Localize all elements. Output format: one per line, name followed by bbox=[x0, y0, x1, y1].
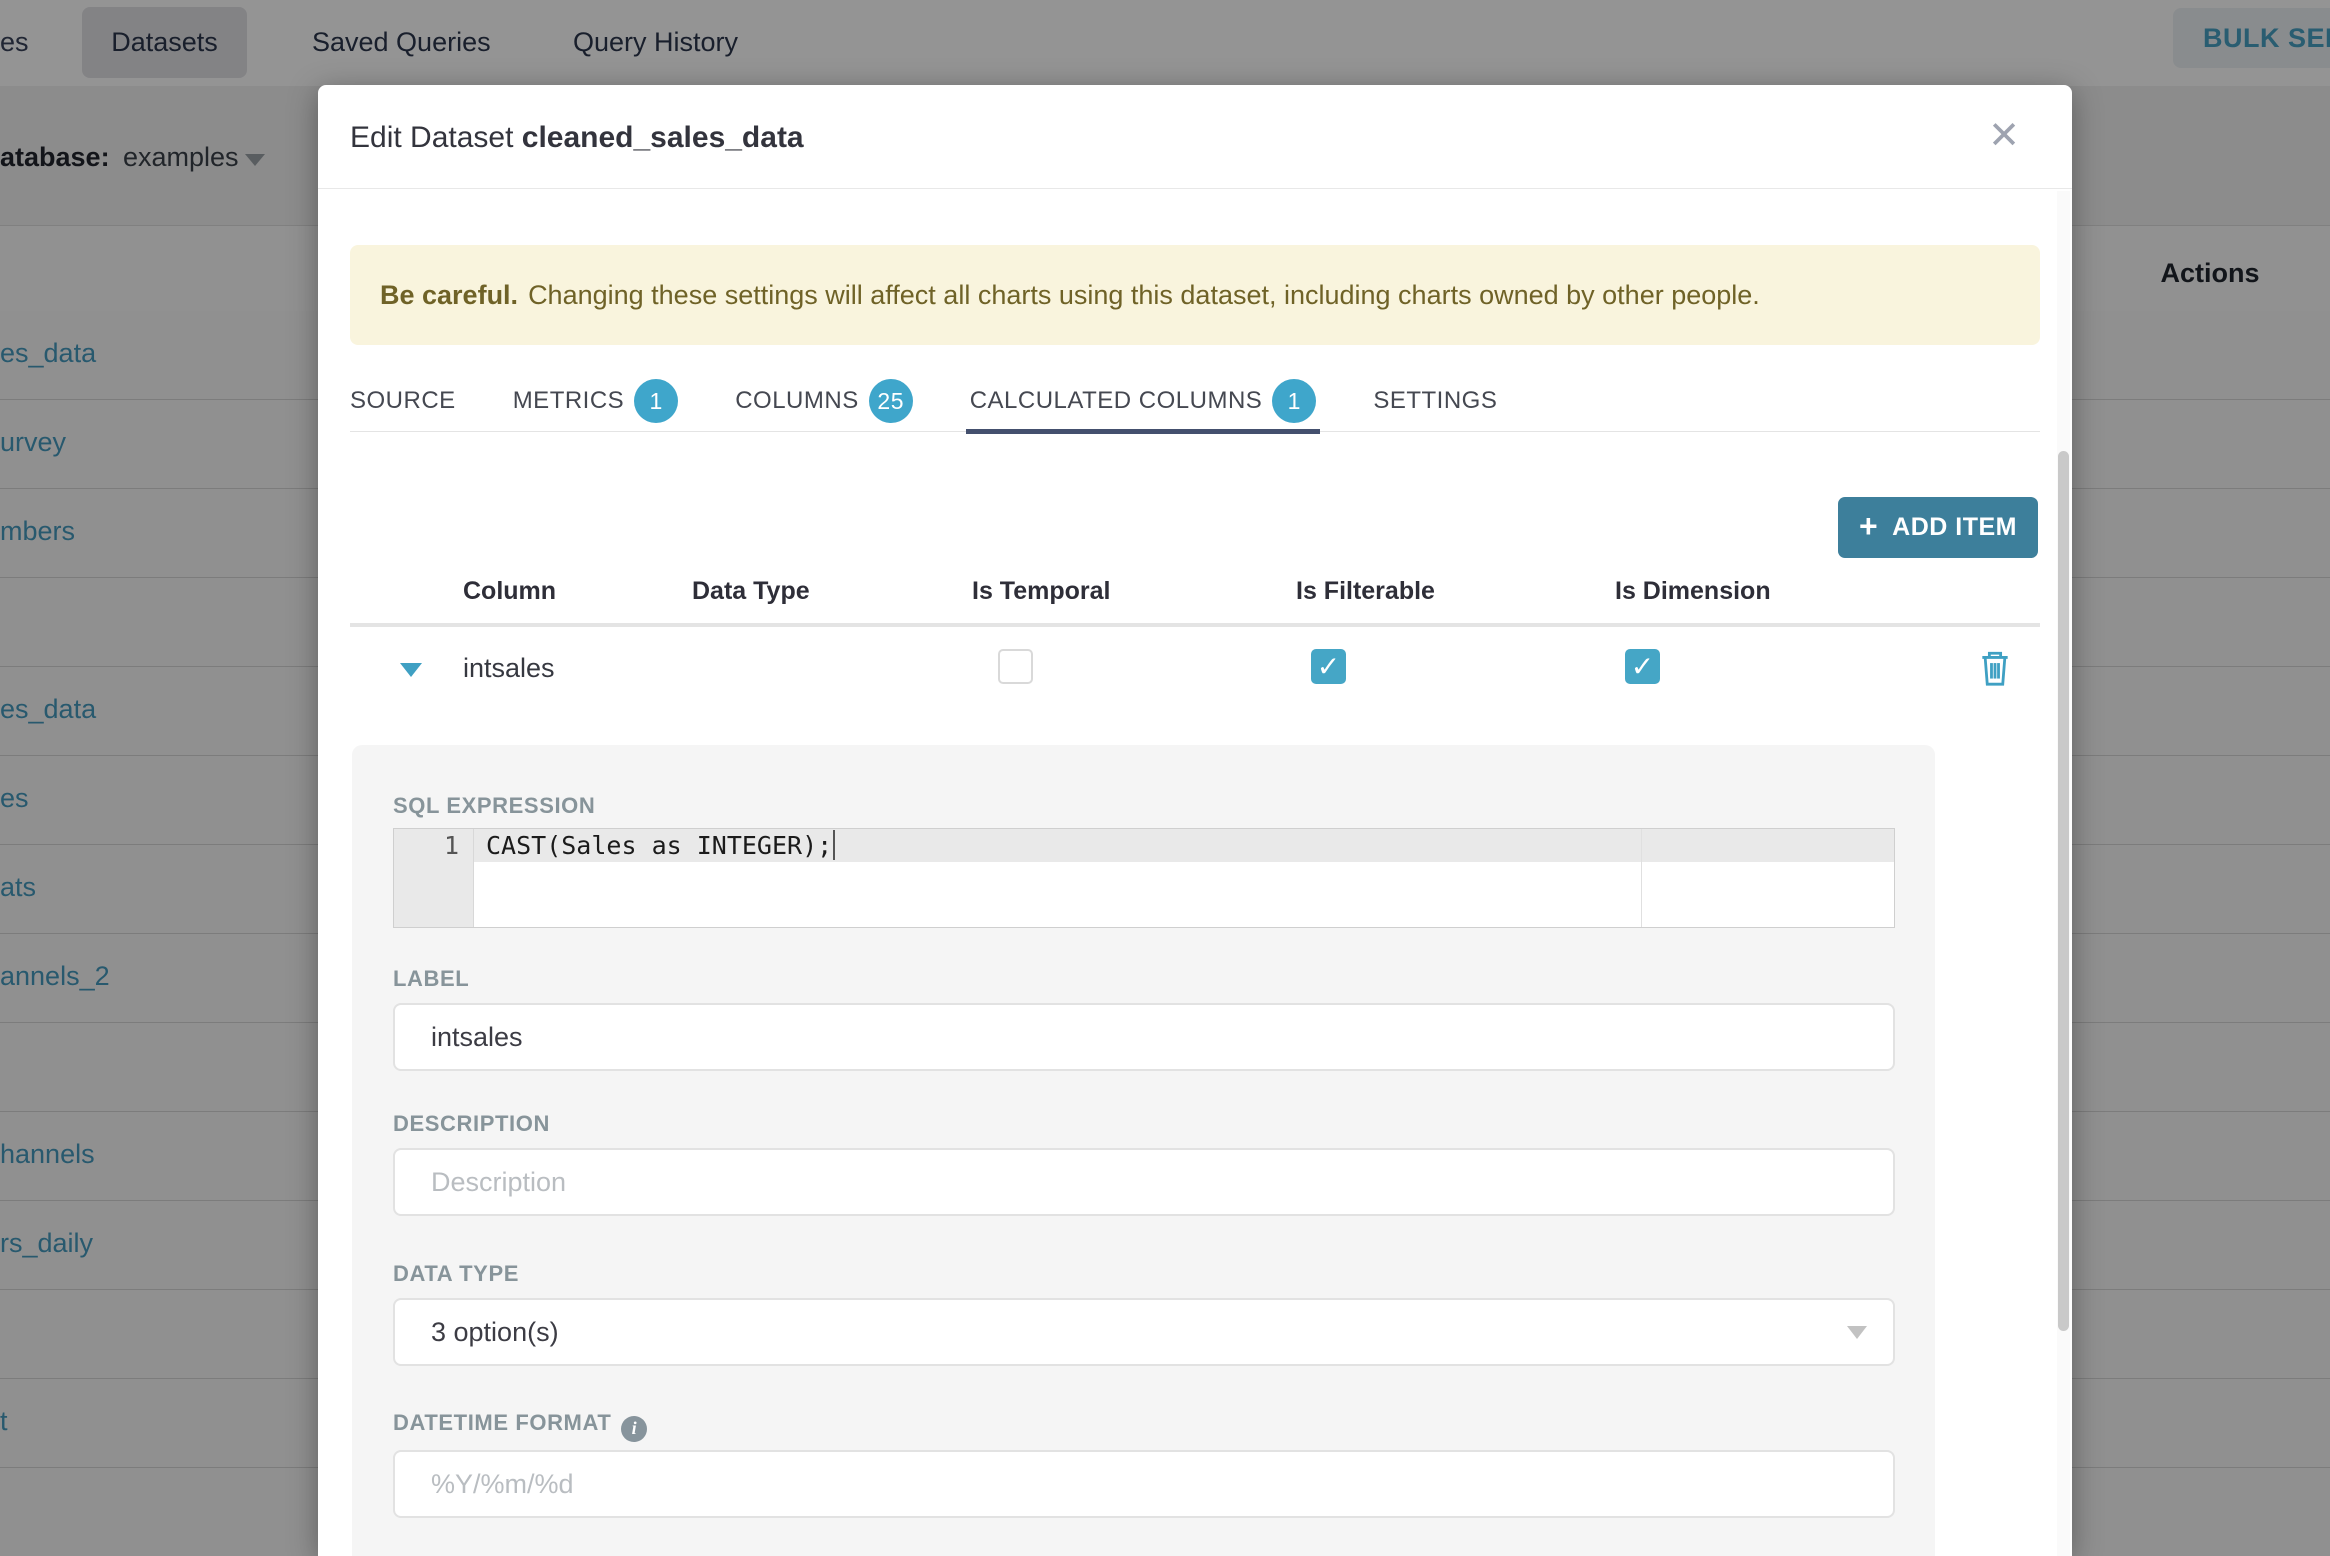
data-type-value: 3 option(s) bbox=[431, 1316, 559, 1347]
editor-cursor bbox=[833, 830, 835, 860]
tab-count-badge: 1 bbox=[634, 379, 679, 423]
datetime-format-label-text: DATETIME FORMAT bbox=[393, 1410, 612, 1435]
caret-down-icon[interactable] bbox=[400, 663, 422, 677]
label-input[interactable] bbox=[393, 1003, 1895, 1071]
tab-settings[interactable]: SETTINGS bbox=[1373, 370, 1497, 432]
tab-label: CALCULATED COLUMNS bbox=[969, 387, 1263, 414]
column-name: intsales bbox=[463, 653, 555, 683]
line-number: 1 bbox=[443, 831, 459, 860]
tab-calculated-columns[interactable]: CALCULATED COLUMNS 1 bbox=[965, 370, 1320, 434]
plus-icon: + bbox=[1858, 507, 1879, 544]
column-header: Data Type bbox=[692, 577, 810, 605]
datetime-format-field-label: DATETIME FORMAT i bbox=[393, 1410, 648, 1442]
sql-expression-label: SQL EXPRESSION bbox=[393, 793, 596, 818]
trash-icon[interactable] bbox=[1978, 649, 2012, 687]
tab-columns[interactable]: COLUMNS 25 bbox=[735, 370, 913, 432]
sql-editor[interactable]: 1 CAST(Sales as INTEGER); bbox=[393, 828, 1895, 928]
modal-title-dataset-name: cleaned_sales_data bbox=[521, 121, 804, 154]
data-type-field-label: DATA TYPE bbox=[393, 1261, 519, 1286]
data-type-select[interactable]: 3 option(s) bbox=[393, 1298, 1895, 1366]
editor-gutter: 1 bbox=[394, 829, 474, 927]
column-header: Is Filterable bbox=[1296, 577, 1435, 605]
tab-metrics[interactable]: METRICS 1 bbox=[513, 370, 679, 432]
tab-count-badge: 25 bbox=[868, 379, 913, 423]
description-field-label: DESCRIPTION bbox=[393, 1111, 550, 1136]
modal-title-prefix: Edit Dataset bbox=[350, 121, 522, 154]
warning-banner-bold: Be careful. bbox=[380, 279, 519, 310]
sql-code: CAST(Sales as INTEGER); bbox=[486, 831, 833, 860]
info-icon[interactable]: i bbox=[621, 1415, 648, 1442]
close-icon[interactable]: ✕ bbox=[1988, 117, 2020, 155]
tab-count-badge: 1 bbox=[1272, 379, 1317, 423]
column-header: Column bbox=[463, 577, 557, 605]
tab-source[interactable]: SOURCE bbox=[350, 370, 456, 432]
column-header: Is Dimension bbox=[1615, 577, 1771, 605]
warning-banner-text: Changing these settings will affect all … bbox=[528, 279, 1760, 310]
modal-scrollbar[interactable] bbox=[2057, 191, 2070, 1556]
calculated-column-row: intsales bbox=[350, 631, 2040, 721]
is-filterable-checkbox[interactable] bbox=[1311, 649, 1346, 684]
column-detail-panel: SQL EXPRESSION 1 CAST(Sales as INTEGER);… bbox=[352, 745, 1935, 1556]
datetime-format-input[interactable] bbox=[393, 1450, 1895, 1518]
modal-tab-bar: SOURCE METRICS 1 COLUMNS 25 CALCULATED COL… bbox=[350, 370, 2040, 434]
warning-banner: Be careful. Changing these settings will… bbox=[350, 245, 2040, 345]
description-input[interactable] bbox=[393, 1148, 1895, 1216]
tab-label: SETTINGS bbox=[1373, 387, 1498, 414]
tab-label: SOURCE bbox=[350, 387, 456, 414]
edit-dataset-modal: Edit Dataset cleaned_sales_data ✕ Be car… bbox=[318, 85, 2072, 1556]
caret-down-icon bbox=[1847, 1326, 1867, 1339]
modal-title: Edit Dataset cleaned_sales_data bbox=[350, 121, 804, 155]
tab-label: METRICS bbox=[512, 387, 625, 414]
scrollbar-thumb[interactable] bbox=[2058, 451, 2069, 1331]
add-item-label: ADD ITEM bbox=[1892, 513, 2017, 541]
column-header: Is Temporal bbox=[972, 577, 1111, 605]
editor-print-margin bbox=[1641, 829, 1642, 927]
is-temporal-checkbox[interactable] bbox=[998, 649, 1033, 684]
label-field-label: LABEL bbox=[393, 966, 470, 991]
modal-header: Edit Dataset cleaned_sales_data ✕ bbox=[318, 85, 2072, 189]
is-dimension-checkbox[interactable] bbox=[1625, 649, 1660, 684]
add-item-button[interactable]: + ADD ITEM bbox=[1838, 497, 2038, 558]
tab-label: COLUMNS bbox=[735, 387, 859, 414]
calculated-columns-header-row: Column Data Type Is Temporal Is Filterab… bbox=[350, 563, 2040, 627]
